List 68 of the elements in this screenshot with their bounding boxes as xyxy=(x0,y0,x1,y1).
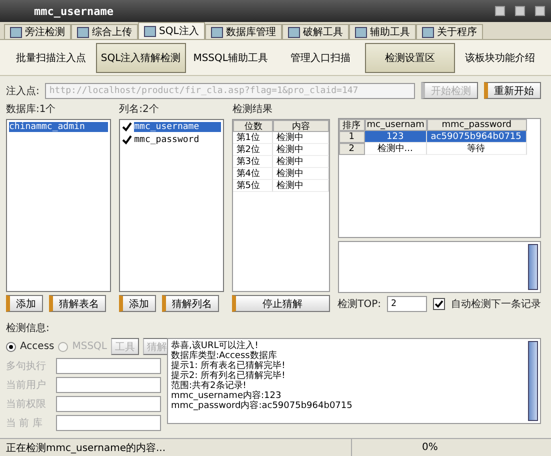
column-item[interactable]: mmc_password xyxy=(134,134,222,144)
column-label: 列名:2个 xyxy=(119,103,160,116)
checkbox-label: 自动检测下一条记录 xyxy=(450,298,541,311)
field-label: 当前权限 xyxy=(6,398,47,411)
sub-tab[interactable]: SQL注入猜解检测 xyxy=(96,42,186,72)
table-cell[interactable]: 等待 xyxy=(426,143,527,155)
field-label: 当前用户 xyxy=(6,378,47,392)
radio-label: MSSQL xyxy=(72,341,107,352)
progress-text: 0% xyxy=(351,439,551,456)
field-label: 多句执行 xyxy=(6,360,47,373)
radio-label: Access xyxy=(20,341,54,352)
window-title: mmc_username xyxy=(34,4,114,18)
list-button[interactable]: 猜解表名 xyxy=(49,295,106,312)
table-cell: 检测中 xyxy=(273,156,329,168)
table-cell[interactable]: 123 xyxy=(364,131,427,143)
table-cell: 检测中 xyxy=(273,180,329,192)
row-number: 2 xyxy=(338,143,365,155)
sub-tab[interactable]: 检测设置区 xyxy=(365,42,456,72)
log-line: 范围:共有2条记录! xyxy=(171,381,246,391)
list-button[interactable]: 猜解列名 xyxy=(162,295,220,312)
table-cell: 第4位 xyxy=(233,168,274,180)
table-cell: 第5位 xyxy=(233,180,274,192)
list-button[interactable]: 添加 xyxy=(119,295,156,312)
database-item[interactable]: chinammc_admin xyxy=(9,122,108,132)
sub-tab[interactable]: 管理入口扫描 xyxy=(275,42,366,72)
status-text: 正在检测mmc_username的内容... xyxy=(5,442,167,456)
column-header: mmc_password xyxy=(426,119,527,131)
tab[interactable]: 辅助工具 xyxy=(348,24,416,39)
column-header: 内容 xyxy=(273,120,329,132)
column-header: 排序 xyxy=(338,119,365,131)
tab[interactable]: 旁注检测 xyxy=(4,24,71,39)
log-line: mmc_password内容:ac59075b964b0715 xyxy=(171,401,354,411)
database-list[interactable]: chinammc_admin xyxy=(6,119,112,292)
log-line: mmc_username内容:123 xyxy=(171,391,282,401)
log-line: 提示1: 所有表名已猜解完毕! xyxy=(171,361,286,371)
top-label: 检测TOP: xyxy=(338,298,381,311)
table-cell[interactable]: 检测中... xyxy=(364,143,427,155)
table-cell: 第1位 xyxy=(233,132,274,144)
column-header: 位数 xyxy=(233,120,274,132)
column-list[interactable]: mmc_username mmc_password xyxy=(119,119,224,292)
inject-label: 注入点: xyxy=(6,84,40,98)
table-cell: 第2位 xyxy=(233,144,274,156)
stop-button[interactable]: 停止猜解 xyxy=(232,295,330,312)
log-line: 提示2: 所有列名已猜解完毕! xyxy=(171,371,286,381)
column-item[interactable]: mmc_username xyxy=(134,122,222,132)
tab[interactable]: 破解工具 xyxy=(282,24,349,39)
sub-tab[interactable]: 该板块功能介绍 xyxy=(455,42,545,72)
row-number: 1 xyxy=(338,131,365,143)
tab[interactable]: 数据库管理 xyxy=(204,24,282,39)
table-cell: 检测中 xyxy=(273,168,329,180)
log-line: 恭喜,该URL可以注入! xyxy=(171,341,258,351)
column-header: mc_usernam xyxy=(364,119,427,131)
log-line: 数据库类型:Access数据库 xyxy=(171,351,277,361)
results-label: 检测结果 xyxy=(232,102,274,116)
table-cell: 检测中 xyxy=(273,132,329,144)
table-cell: 第3位 xyxy=(233,156,274,168)
info-label: 检测信息: xyxy=(6,322,50,335)
table-cell[interactable]: ac59075b964b0715 xyxy=(426,131,527,143)
database-label: 数据库:1个 xyxy=(6,102,57,116)
sub-tab[interactable]: MSSQL辅助工具 xyxy=(186,42,276,72)
tab[interactable]: 综合上传 xyxy=(71,24,138,39)
table-cell: 检测中 xyxy=(273,144,329,156)
sub-tab[interactable]: 批量扫描注入点 xyxy=(6,42,96,72)
list-button[interactable]: 添加 xyxy=(6,295,43,312)
field-label: 当 前 库 xyxy=(6,416,44,430)
top-field[interactable]: 2 xyxy=(386,296,427,312)
tab[interactable]: 关于程序 xyxy=(416,24,483,39)
tab[interactable]: SQL注入 xyxy=(138,22,205,39)
